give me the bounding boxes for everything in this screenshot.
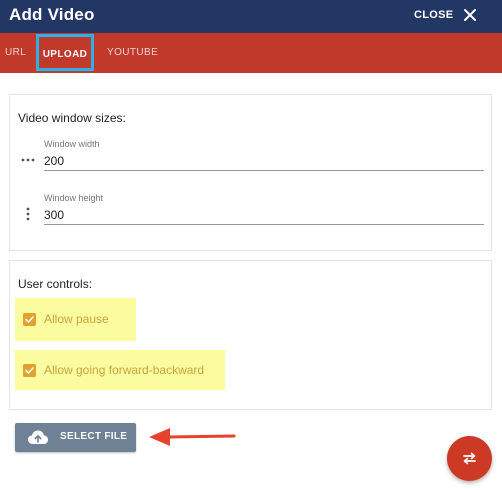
tab-url[interactable]: URL xyxy=(5,33,26,73)
tab-bar: URL UPLOAD YOUTUBE xyxy=(0,33,502,73)
dialog-header: Add Video CLOSE xyxy=(0,0,502,33)
allow-forward-backward-option[interactable]: Allow going forward-backward xyxy=(15,350,225,390)
allow-forward-backward-label: Allow going forward-backward xyxy=(44,363,205,377)
window-height-input[interactable] xyxy=(44,205,484,225)
vertical-dots-icon xyxy=(21,207,35,221)
video-sizes-panel: Video window sizes: Window width Window … xyxy=(9,94,492,251)
annotation-arrow-icon xyxy=(148,426,238,453)
window-width-input[interactable] xyxy=(44,151,484,171)
allow-pause-option[interactable]: Allow pause xyxy=(15,298,136,341)
user-controls-panel: User controls: Allow pause Allow going f… xyxy=(9,260,492,410)
controls-heading: User controls: xyxy=(18,277,93,291)
select-file-label: SELECT FILE xyxy=(60,431,128,442)
close-button[interactable]: CLOSE xyxy=(414,9,453,21)
dialog-title: Add Video xyxy=(9,5,95,24)
allow-forward-backward-checkbox[interactable] xyxy=(23,364,36,377)
cloud-upload-icon xyxy=(27,429,49,450)
sizes-heading: Video window sizes: xyxy=(18,111,126,125)
horizontal-dots-icon xyxy=(21,153,35,167)
window-height-label: Window height xyxy=(44,193,104,203)
select-file-button[interactable]: SELECT FILE xyxy=(15,423,136,452)
swap-button[interactable] xyxy=(447,436,492,481)
window-width-label: Window width xyxy=(44,139,100,149)
close-icon[interactable] xyxy=(462,7,478,23)
tab-youtube[interactable]: YOUTUBE xyxy=(107,33,158,73)
tab-upload[interactable]: UPLOAD xyxy=(36,34,94,71)
allow-pause-label: Allow pause xyxy=(44,312,109,326)
allow-pause-checkbox[interactable] xyxy=(23,313,36,326)
